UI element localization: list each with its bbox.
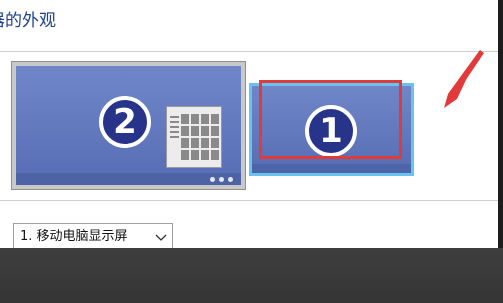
window-edge (498, 0, 503, 248)
calculator-icon (166, 106, 222, 168)
calculator-keypad (181, 114, 219, 160)
divider (0, 200, 498, 201)
display-select-value: 1. 移动电脑显示屏 (20, 229, 128, 244)
calculator-side-keys (170, 116, 179, 141)
chevron-down-icon (155, 234, 167, 241)
annotation-arrow-icon (444, 50, 484, 108)
taskbar-dot (210, 177, 215, 182)
highlight-box (259, 80, 402, 159)
display-select[interactable]: 1. 移动电脑显示屏 (13, 223, 173, 248)
monitor-2-taskbar (16, 173, 241, 185)
display-settings-panel: 器的外观 2 1 1. 移动电脑显示屏 (0, 0, 498, 248)
dark-backdrop (0, 248, 503, 303)
divider (0, 51, 498, 52)
taskbar-dot (228, 177, 233, 182)
monitor-1-taskbar (252, 164, 411, 173)
monitor-2-tile[interactable]: 2 (11, 61, 246, 190)
monitor-2-number-badge: 2 (99, 96, 151, 148)
page-title: 器的外观 (0, 11, 56, 31)
taskbar-dot (219, 177, 224, 182)
